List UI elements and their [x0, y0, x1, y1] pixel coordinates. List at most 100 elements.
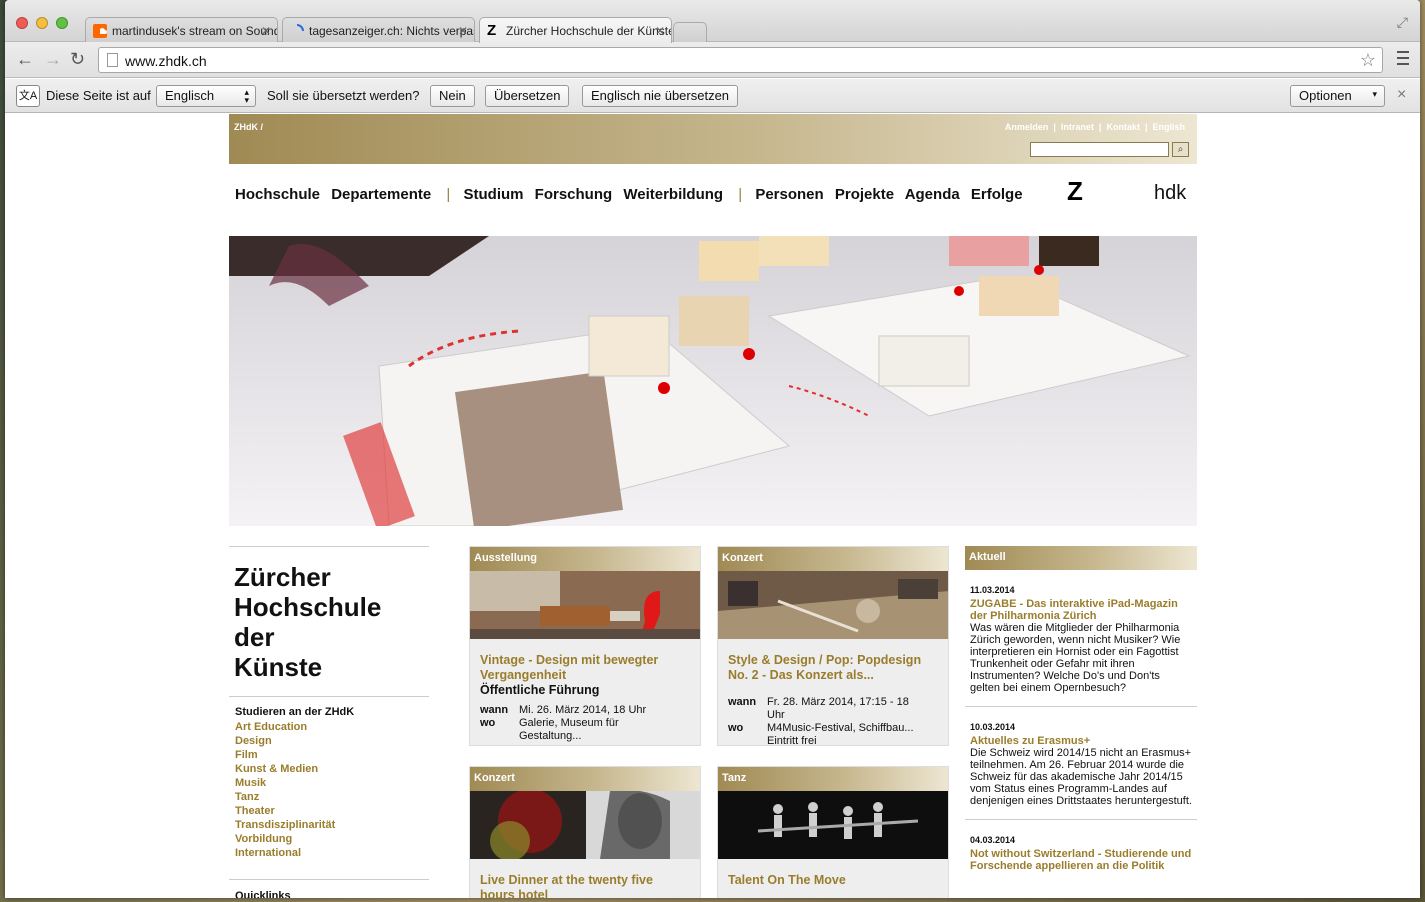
link-musik[interactable]: Musik — [235, 776, 335, 790]
link-vorbildung[interactable]: Vorbildung — [235, 832, 335, 846]
news-date: 04.03.2014 — [970, 835, 1016, 845]
sidebar-top-rule — [229, 546, 429, 547]
language-select[interactable]: Englisch ▴ ▾ — [156, 85, 256, 107]
card-title[interactable]: Vintage - Design mit bewegter Vergangenh… — [470, 653, 700, 683]
news-date: 10.03.2014 — [970, 722, 1016, 732]
card-meta: wann Mi. 26. März 2014, 18 Uhr wo Galerie,… — [480, 704, 647, 742]
link-theater[interactable]: Theater — [235, 804, 335, 818]
link-film[interactable]: Film — [235, 748, 335, 762]
browser-toolbar: ← → ↻ www.zhdk.ch ☆ — [5, 42, 1420, 78]
card-category: Konzert — [470, 767, 700, 791]
news-item[interactable]: 11.03.2014 ZUGABE - Das interaktive iPad… — [965, 570, 1197, 707]
intranet-link[interactable]: Intranet — [1061, 122, 1094, 132]
card-image — [718, 791, 948, 859]
close-tab-icon[interactable]: ✕ — [655, 24, 665, 38]
address-bar[interactable]: www.zhdk.ch ☆ — [98, 47, 1383, 73]
study-links: Art Education Design Film Kunst & Medien… — [235, 720, 335, 860]
nav-separator: | — [738, 186, 743, 203]
event-card[interactable]: Ausstellung Vintage - Design mit bewegte… — [469, 546, 701, 746]
options-select[interactable]: Optionen ▾ — [1290, 85, 1385, 107]
news-date: 11.03.2014 — [970, 585, 1015, 595]
news-body: Die Schweiz wird 2014/15 nicht an Erasmu… — [970, 747, 1192, 807]
card-category: Tanz — [718, 767, 948, 791]
search-icon[interactable]: ⌕ — [1172, 142, 1189, 157]
kontakt-link[interactable]: Kontakt — [1106, 122, 1140, 132]
nav-personen[interactable]: Personen — [755, 186, 823, 203]
translate-question: Soll sie übersetzt werden? — [267, 88, 420, 103]
news-item[interactable]: 10.03.2014 Aktuelles zu Erasmus+ Die Sch… — [965, 707, 1197, 820]
main-nav: Hochschule Departemente | Studium Forsch… — [235, 186, 1030, 203]
tab-title: martindusek's stream on SoundCloud — [112, 24, 278, 38]
nav-agenda[interactable]: Agenda — [905, 186, 960, 203]
menu-icon[interactable] — [1397, 51, 1409, 65]
loading-spinner-icon — [290, 24, 304, 38]
nav-forschung[interactable]: Forschung — [535, 186, 613, 203]
card-title[interactable]: Live Dinner at the twenty five hours hot… — [470, 873, 700, 898]
tab-zhdk[interactable]: Z Zürcher Hochschule der Künste ✕ — [479, 17, 672, 43]
nein-button[interactable]: Nein — [430, 85, 475, 107]
tab-soundcloud[interactable]: martindusek's stream on SoundCloud ✕ — [85, 17, 278, 43]
card-category: Ausstellung — [470, 547, 700, 571]
search-input[interactable] — [1030, 142, 1169, 157]
event-card[interactable]: Tanz Talent On The Move — [717, 766, 949, 898]
translate-prefix: Diese Seite ist auf — [46, 88, 151, 103]
never-translate-button[interactable]: Englisch nie übersetzen — [582, 85, 739, 107]
translate-icon: 文A — [16, 85, 40, 107]
link-tanz[interactable]: Tanz — [235, 790, 335, 804]
news-title[interactable]: Not without Switzerland - Studierende un… — [970, 848, 1192, 872]
close-infobar-icon[interactable]: × — [1397, 86, 1406, 104]
dropdown-arrow-icon: ▾ — [1372, 89, 1377, 99]
news-title[interactable]: Aktuelles zu Erasmus+ — [970, 735, 1192, 747]
close-window-button[interactable] — [16, 17, 28, 29]
page-title: Zürcher Hochschule der Künste — [234, 562, 382, 682]
link-design[interactable]: Design — [235, 734, 335, 748]
breadcrumb[interactable]: ZHdK / — [234, 122, 263, 132]
news-title[interactable]: ZUGABE - Das interaktive iPad-Magazin de… — [970, 598, 1192, 622]
tab-tagesanzeiger[interactable]: tagesanzeiger.ch: Nichts verpassen ✕ — [282, 17, 475, 43]
nav-erfolge[interactable]: Erfolge — [971, 186, 1023, 203]
minimize-window-button[interactable] — [36, 17, 48, 29]
zhdk-logo-text[interactable]: hdk — [1154, 182, 1186, 205]
card-title[interactable]: Talent On The Move — [718, 873, 948, 888]
study-heading: Studieren an der ZHdK — [235, 706, 355, 718]
soundcloud-icon — [93, 24, 107, 38]
link-transdisziplinaritaet[interactable]: Transdisziplinarität — [235, 818, 335, 832]
link-art-education[interactable]: Art Education — [235, 720, 335, 734]
login-link[interactable]: Anmelden — [1005, 122, 1049, 132]
new-tab-button[interactable] — [673, 22, 707, 42]
translate-infobar: 文A Diese Seite ist auf Englisch ▴ ▾ Soll s… — [5, 79, 1420, 113]
news-item[interactable]: 04.03.2014 Not without Switzerland - Stu… — [965, 820, 1197, 884]
english-link[interactable]: English — [1152, 122, 1185, 132]
nav-weiterbildung[interactable]: Weiterbildung — [623, 186, 723, 203]
link-kunst-medien[interactable]: Kunst & Medien — [235, 762, 335, 776]
card-image — [470, 571, 700, 639]
card-title[interactable]: Style & Design / Pop: Popdesign No. 2 - … — [718, 653, 948, 683]
back-arrow-icon[interactable]: ← — [16, 50, 34, 68]
url-text[interactable]: www.zhdk.ch — [125, 53, 207, 69]
reload-icon[interactable]: ↻ — [70, 50, 85, 68]
news-column: Aktuell 11.03.2014 ZUGABE - Das interakt… — [965, 546, 1197, 884]
hero-image — [229, 236, 1197, 526]
close-tab-icon[interactable]: ✕ — [261, 24, 271, 38]
quicklinks-heading[interactable]: Quicklinks — [235, 890, 291, 898]
nav-projekte[interactable]: Projekte — [835, 186, 894, 203]
nav-departemente[interactable]: Departemente — [331, 186, 431, 203]
site-header: ZHdK / Anmelden | Intranet | Kontakt | E… — [229, 114, 1197, 164]
zoom-window-button[interactable] — [56, 17, 68, 29]
sidebar-rule — [229, 696, 429, 697]
bookmark-star-icon[interactable]: ☆ — [1360, 50, 1376, 71]
browser-window: martindusek's stream on SoundCloud ✕ tag… — [5, 0, 1420, 898]
zhdk-icon: Z — [487, 22, 497, 39]
close-tab-icon[interactable]: ✕ — [458, 24, 468, 38]
web-page: ZHdK / Anmelden | Intranet | Kontakt | E… — [5, 114, 1420, 898]
event-card[interactable]: Konzert Live Dinner at the twenty five h… — [469, 766, 701, 898]
zhdk-logo-mark[interactable]: Z — [1067, 176, 1083, 207]
forward-arrow-icon[interactable]: → — [44, 50, 62, 68]
card-subtitle: Öffentliche Führung — [480, 683, 600, 697]
fullscreen-icon[interactable]: ⤢ — [1397, 14, 1408, 31]
nav-studium[interactable]: Studium — [464, 186, 524, 203]
link-international[interactable]: International — [235, 846, 335, 860]
event-card[interactable]: Konzert Style & Design / Pop: Popdesign … — [717, 546, 949, 747]
translate-button[interactable]: Übersetzen — [485, 85, 570, 107]
nav-hochschule[interactable]: Hochschule — [235, 186, 320, 203]
